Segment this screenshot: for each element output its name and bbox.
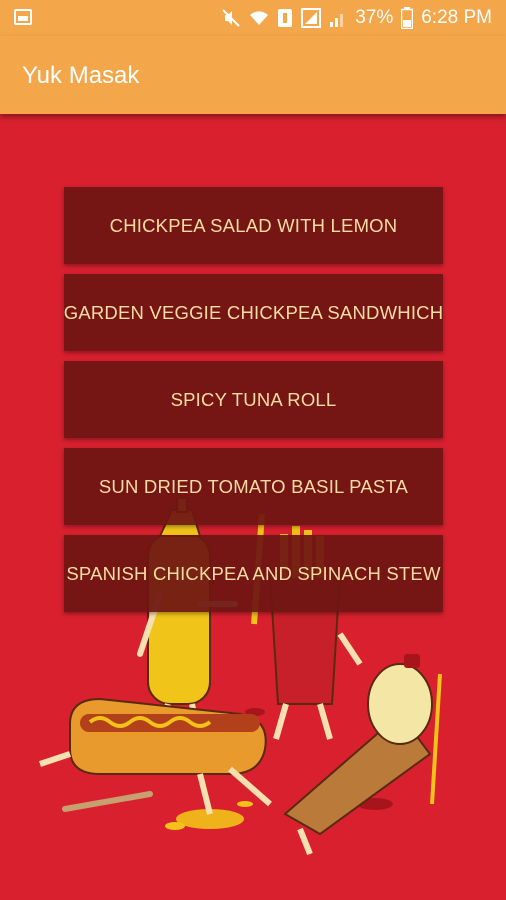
signal-icon-2 [330, 14, 344, 27]
recipe-button-spicy-tuna-roll[interactable]: SPICY TUNA ROLL [64, 361, 443, 438]
recipe-menu: CHICKPEA SALAD WITH LEMON GARDEN VEGGIE … [64, 187, 443, 622]
app-bar: Yuk Masak [0, 36, 506, 114]
recipe-button-chickpea-salad[interactable]: CHICKPEA SALAD WITH LEMON [64, 187, 443, 264]
data-saver-icon [278, 9, 293, 27]
battery-icon [401, 7, 414, 29]
content-area: CHICKPEA SALAD WITH LEMON GARDEN VEGGIE … [0, 114, 506, 900]
battery-percent: 37% [355, 7, 394, 28]
mute-icon [222, 9, 240, 27]
recipe-button-garden-veggie-sandwich[interactable]: GARDEN VEGGIE CHICKPEA SANDWHICH [64, 274, 443, 351]
clock: 6:28 PM [421, 7, 492, 28]
status-icons: 37% 6:28 PM [221, 6, 492, 30]
gallery-icon [14, 9, 32, 25]
signal-icon [301, 8, 322, 28]
recipe-button-sun-dried-tomato-pasta[interactable]: SUN DRIED TOMATO BASIL PASTA [64, 448, 443, 525]
recipe-button-spanish-chickpea-stew[interactable]: SPANISH CHICKPEA AND SPINACH STEW [64, 535, 443, 612]
app-title: Yuk Masak [22, 62, 140, 89]
wifi-icon [250, 11, 269, 25]
status-bar: 37% 6:28 PM [0, 0, 506, 36]
